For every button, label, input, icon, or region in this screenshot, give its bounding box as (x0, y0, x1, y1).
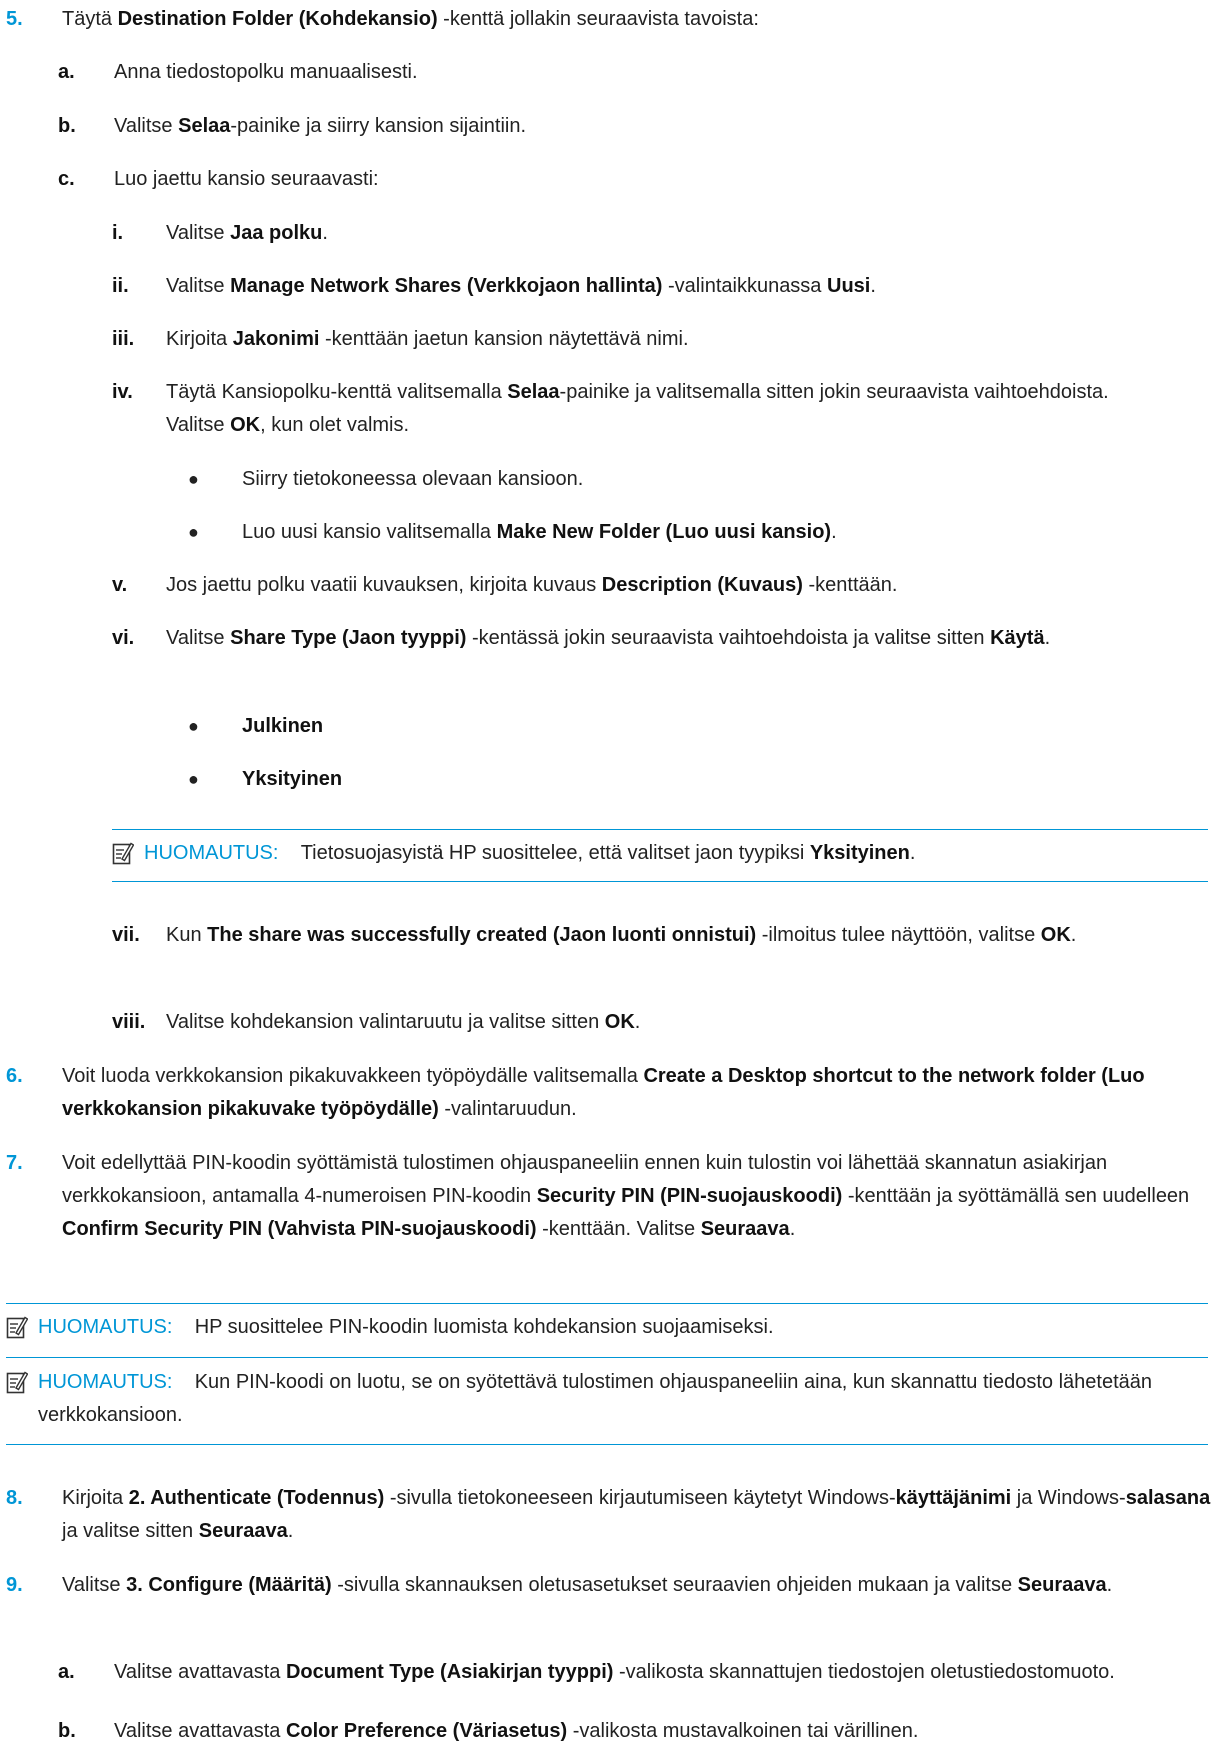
note-text: HUOMAUTUS: Kun PIN-koodi on luotu, se on… (38, 1371, 1152, 1426)
substep-text: Valitse Selaa-painike ja siirry kansion … (114, 115, 527, 137)
list-item-text: Yksityinen (242, 768, 343, 790)
substep-label: b. (58, 1720, 76, 1742)
step-8: 8. Kirjoita 2. Authenticate (Todennus) -… (6, 1482, 1216, 1548)
substep-label: iv. (112, 381, 133, 403)
list-item-text: Luo uusi kansio valitsemalla Make New Fo… (242, 521, 837, 543)
substep-label: a. (58, 61, 75, 83)
substep-text: Valitse Share Type (Jaon tyyppi) -kentäs… (166, 627, 1051, 649)
note-divider (6, 1357, 1208, 1358)
step-9: 9. Valitse 3. Configure (Määritä) -sivul… (6, 1569, 1216, 1602)
note-divider (6, 1303, 1208, 1304)
substep-text: Valitse Manage Network Shares (Verkkojao… (166, 275, 876, 297)
note-divider (112, 829, 1208, 830)
step-7: 7. Voit edellyttää PIN-koodin syöttämist… (6, 1147, 1216, 1246)
step-5c-iv: iv. Täytä Kansiopolku-kenttä valitsemall… (112, 376, 1167, 442)
step-9a: a. Valitse avattavasta Document Type (As… (58, 1656, 1168, 1689)
substep-label: ii. (112, 275, 129, 297)
bullet-icon: ● (188, 716, 199, 736)
step-number: 5. (6, 8, 23, 30)
step-5c-iii: iii. Kirjoita Jakonimi -kenttään jaetun … (112, 323, 1202, 356)
step-5c: c. Luo jaettu kansio seuraavasti: (58, 163, 1198, 196)
step-text: Valitse 3. Configure (Määritä) -sivulla … (62, 1574, 1113, 1596)
step-5c-ii: ii. Valitse Manage Network Shares (Verkk… (112, 270, 1202, 303)
substep-text: Valitse Jaa polku. (166, 222, 328, 244)
substep-text: Valitse avattavasta Document Type (Asiak… (114, 1661, 1115, 1683)
note-text: HUOMAUTUS: HP suosittelee PIN-koodin luo… (38, 1316, 774, 1338)
note-label: HUOMAUTUS: (144, 842, 279, 864)
substep-text: Anna tiedostopolku manuaalisesti. (114, 61, 418, 83)
step-number: 8. (6, 1487, 23, 1509)
list-item: ● Yksityinen (188, 763, 1188, 796)
step-text: Voit edellyttää PIN-koodin syöttämistä t… (62, 1152, 1190, 1240)
substep-text: Kirjoita Jakonimi -kenttään jaetun kansi… (166, 328, 689, 350)
step-5: 5. Täytä Destination Folder (Kohdekansio… (6, 3, 1206, 36)
step-5b: b. Valitse Selaa-painike ja siirry kansi… (58, 110, 1198, 143)
step-5c-viii: viii. Valitse kohdekansion valintaruutu … (112, 1006, 1202, 1039)
substep-label: i. (112, 222, 124, 244)
bullet-icon: ● (188, 522, 199, 542)
step-number: 6. (6, 1065, 23, 1087)
list-item-text: Siirry tietokoneessa olevaan kansioon. (242, 468, 584, 490)
note-text: HUOMAUTUS: Tietosuojasyistä HP suosittel… (144, 842, 916, 864)
step-text: Voit luoda verkkokansion pikakuvakkeen t… (62, 1065, 1145, 1120)
list-item: ● Siirry tietokoneessa olevaan kansioon. (188, 463, 1188, 496)
substep-text: Täytä Kansiopolku-kenttä valitsemalla Se… (166, 381, 1109, 436)
substep-label: viii. (112, 1011, 146, 1033)
note-divider (112, 881, 1208, 882)
substep-label: iii. (112, 328, 135, 350)
step-5c-i: i. Valitse Jaa polku. (112, 217, 1202, 250)
list-item: ● Julkinen (188, 710, 1188, 743)
substep-label: vii. (112, 924, 140, 946)
note: HUOMAUTUS: HP suosittelee PIN-koodin luo… (6, 1311, 1208, 1344)
substep-text: Valitse avattavasta Color Preference (Vä… (114, 1720, 919, 1742)
list-item: ● Luo uusi kansio valitsemalla Make New … (188, 516, 1188, 549)
note-label: HUOMAUTUS: (38, 1371, 173, 1393)
step-5a: a. Anna tiedostopolku manuaalisesti. (58, 56, 1198, 89)
step-number: 9. (6, 1574, 23, 1596)
step-5c-v: v. Jos jaettu polku vaatii kuvauksen, ki… (112, 569, 1202, 602)
substep-label: v. (112, 574, 128, 596)
step-5c-vi: vi. Valitse Share Type (Jaon tyyppi) -ke… (112, 622, 1167, 655)
step-text: Kirjoita 2. Authenticate (Todennus) -siv… (62, 1487, 1211, 1542)
list-item-text: Julkinen (242, 715, 324, 737)
step-number: 7. (6, 1152, 23, 1174)
note-pencil-icon (6, 1371, 28, 1394)
substep-text: Kun The share was successfully created (… (166, 924, 1077, 946)
note-divider (6, 1444, 1208, 1445)
step-6: 6. Voit luoda verkkokansion pikakuvakkee… (6, 1060, 1216, 1126)
substep-text: Valitse kohdekansion valintaruutu ja val… (166, 1011, 641, 1033)
substep-text: Luo jaettu kansio seuraavasti: (114, 168, 379, 190)
substep-label: b. (58, 115, 76, 137)
step-9b: b. Valitse avattavasta Color Preference … (58, 1715, 1208, 1748)
note-pencil-icon (112, 842, 134, 865)
step-5c-vii: vii. Kun The share was successfully crea… (112, 919, 1167, 952)
note-label: HUOMAUTUS: (38, 1316, 173, 1338)
note-pencil-icon (6, 1316, 28, 1339)
substep-text: Jos jaettu polku vaatii kuvauksen, kirjo… (166, 574, 898, 596)
substep-label: vi. (112, 627, 135, 649)
bullet-icon: ● (188, 769, 199, 789)
note: HUOMAUTUS: Tietosuojasyistä HP suosittel… (112, 837, 1208, 870)
substep-label: a. (58, 1661, 75, 1683)
substep-label: c. (58, 168, 75, 190)
step-text: Täytä Destination Folder (Kohdekansio) -… (62, 8, 759, 30)
note: HUOMAUTUS: Kun PIN-koodi on luotu, se on… (6, 1366, 1208, 1432)
document-page: 5. Täytä Destination Folder (Kohdekansio… (0, 0, 1223, 1748)
bullet-icon: ● (188, 469, 199, 489)
